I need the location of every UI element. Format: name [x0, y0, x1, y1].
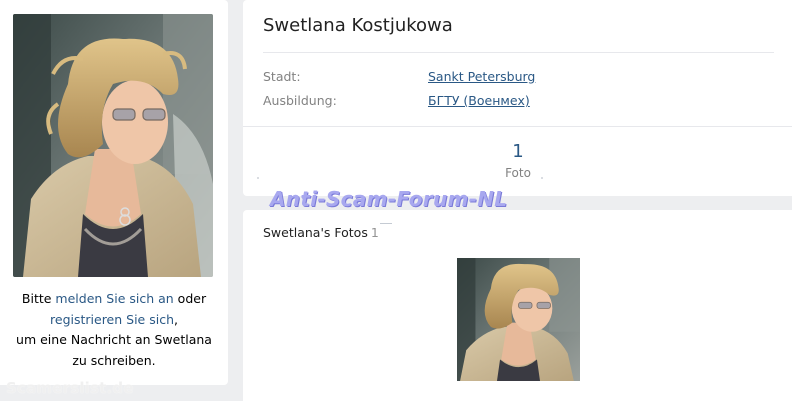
photos-card: Swetlana's Fotos 1: [243, 210, 792, 401]
profile-avatar[interactable]: [13, 14, 213, 277]
profile-name: Swetlana Kostjukowa: [263, 15, 453, 36]
login-link[interactable]: melden Sie sich an: [55, 291, 173, 306]
info-value-education[interactable]: БГТУ (Военмех): [428, 93, 530, 108]
info-label-education: Ausbildung:: [263, 93, 337, 108]
photo-count-label: Foto: [505, 166, 531, 180]
login-prompt-prefix: Bitte: [21, 291, 56, 306]
divider: [243, 126, 792, 127]
divider: [263, 52, 774, 53]
photo-thumbnail[interactable]: [457, 258, 580, 381]
login-prompt-message: um eine Nachricht an Swetlana zu schreib…: [16, 332, 212, 368]
photo-counter[interactable]: 1 Foto: [468, 141, 568, 181]
login-prompt-middle: oder: [173, 291, 207, 306]
photo-count-number: 1: [512, 141, 524, 162]
watermark-footer: Scamerslist.de: [6, 379, 134, 397]
info-value-city[interactable]: Sankt Petersburg: [428, 69, 535, 84]
profile-avatar-card: Bitte melden Sie sich an oder registrier…: [0, 0, 228, 385]
photos-title: Swetlana's Fotos: [263, 225, 368, 240]
profile-info-card: Swetlana Kostjukowa Stadt: Sankt Petersb…: [243, 0, 792, 196]
info-label-city: Stadt:: [263, 69, 301, 84]
login-prompt-comma: ,: [174, 311, 178, 327]
photos-count: 1: [370, 225, 379, 240]
login-prompt: Bitte melden Sie sich an oder registrier…: [8, 289, 220, 371]
register-link[interactable]: registrieren Sie sich: [50, 312, 174, 327]
decorative-dash: [380, 223, 392, 224]
watermark-overlay: Anti-Scam-Forum-NL: [270, 187, 508, 211]
photos-header[interactable]: Swetlana's Fotos 1: [263, 225, 379, 240]
decorative-dot: [257, 177, 259, 179]
